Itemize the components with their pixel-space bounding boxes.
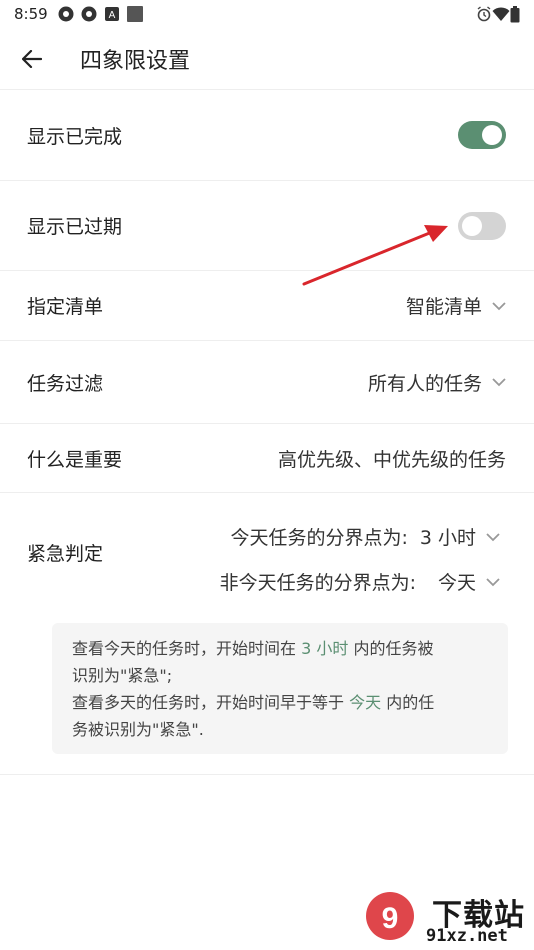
note-text: 查看多天的任务时，开始时间早于等于	[72, 693, 345, 712]
svg-text:A: A	[108, 10, 115, 21]
task-filter-label: 任务过滤	[27, 372, 104, 395]
task-filter-text: 所有人的任务	[367, 372, 482, 395]
a-icon: A	[104, 7, 119, 21]
chevron-down-icon	[492, 378, 506, 387]
multi-day-threshold-value: 今天	[437, 572, 476, 594]
status-right	[476, 5, 520, 23]
square-icon	[126, 6, 143, 22]
today-threshold-selector[interactable]: 今天任务的分界点为: 3 小时	[230, 523, 500, 550]
chevron-down-icon	[486, 577, 500, 586]
show-completed-label: 显示已完成	[27, 125, 123, 148]
task-filter-value[interactable]: 所有人的任务	[368, 369, 506, 396]
show-overdue-row[interactable]: 显示已过期	[0, 181, 534, 271]
note-line: 务被识别为"紧急".	[72, 720, 204, 739]
today-threshold-label: 今天任务的分界点为:	[230, 527, 408, 549]
arrow-left-icon	[22, 49, 42, 68]
note-text: 内的任	[386, 693, 435, 712]
toggle-knob	[462, 215, 482, 236]
app-icon	[58, 6, 74, 22]
app-bar: 四象限设置	[0, 28, 534, 90]
watermark-url: 91xz.net	[426, 926, 508, 946]
assigned-list-text: 智能清单	[405, 296, 482, 318]
assigned-list-row[interactable]: 指定清单 智能清单	[0, 271, 534, 341]
task-filter-row[interactable]: 任务过滤 所有人的任务	[0, 341, 534, 424]
note-line: 查看多天的任务时，开始时间早于等于 今天 内的任	[72, 689, 488, 716]
urgency-explanation: 查看今天的任务时，开始时间在 3 小时 内的任务被 识别为"紧急"; 查看多天的…	[52, 623, 508, 754]
assigned-list-label: 指定清单	[27, 296, 104, 318]
chevron-down-icon	[486, 532, 500, 541]
status-time: 8:59	[14, 5, 48, 23]
multi-day-threshold-selector[interactable]: 非今天任务的分界点为: 今天	[220, 568, 500, 595]
note-line: 查看今天的任务时，开始时间在 3 小时 内的任务被	[72, 635, 488, 662]
note-text: 内的任务被	[353, 639, 434, 658]
svg-text:9: 9	[382, 902, 399, 935]
today-threshold-value: 3 小时	[419, 527, 476, 549]
screen: 8:59 A 四象限设置 显示已完成 显示已过期 指定清单 智能清单 任务过滤 …	[0, 0, 534, 950]
back-button[interactable]	[12, 39, 52, 79]
status-bar: 8:59 A	[0, 0, 534, 28]
urgency-section: 紧急判定 今天任务的分界点为: 3 小时 非今天任务的分界点为: 今天 查看今天…	[0, 493, 534, 775]
wifi-icon	[492, 7, 510, 21]
importance-value[interactable]: 高优先级、中优先级的任务	[278, 445, 506, 472]
show-completed-row[interactable]: 显示已完成	[0, 90, 534, 181]
show-overdue-label: 显示已过期	[27, 216, 123, 238]
note-line: 识别为"紧急";	[72, 666, 173, 685]
chevron-down-icon	[492, 301, 506, 310]
page-title: 四象限设置	[80, 48, 191, 74]
importance-row[interactable]: 什么是重要 高优先级、中优先级的任务	[0, 424, 534, 493]
battery-icon	[510, 5, 520, 22]
app-icon	[81, 6, 97, 22]
note-highlight: 今天	[349, 693, 382, 712]
note-text: 查看今天的任务时，开始时间在	[72, 639, 297, 658]
alarm-icon	[477, 6, 491, 22]
toggle-knob	[482, 125, 502, 145]
note-highlight: 3 小时	[301, 639, 349, 658]
show-overdue-toggle[interactable]	[458, 211, 506, 240]
urgency-label: 紧急判定	[27, 543, 104, 565]
importance-text: 高优先级、中优先级的任务	[277, 448, 506, 471]
multi-day-threshold-label: 非今天任务的分界点为:	[219, 572, 416, 594]
assigned-list-value[interactable]: 智能清单	[406, 292, 506, 319]
watermark-emblem-icon: 9	[366, 892, 414, 940]
importance-label: 什么是重要	[27, 448, 123, 471]
show-completed-toggle[interactable]	[458, 121, 506, 149]
watermark-logo: 9 下载站 91xz.net	[360, 888, 534, 950]
